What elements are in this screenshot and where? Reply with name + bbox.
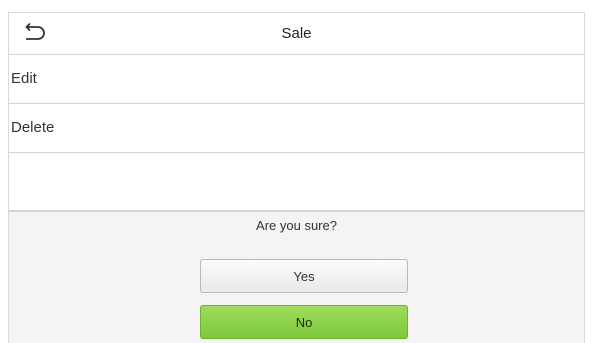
menu-item-delete[interactable]: Delete [9, 104, 584, 153]
app-window: Sale Edit Delete Are you sure? Yes No [8, 12, 585, 343]
menu-item-edit[interactable]: Edit [9, 55, 584, 104]
confirm-prompt: Are you sure? [256, 218, 337, 233]
page-title: Sale [281, 25, 312, 42]
no-button[interactable]: No [200, 305, 408, 339]
menu-item-empty [9, 153, 584, 211]
header-bar: Sale [9, 13, 584, 55]
yes-button[interactable]: Yes [200, 259, 408, 293]
